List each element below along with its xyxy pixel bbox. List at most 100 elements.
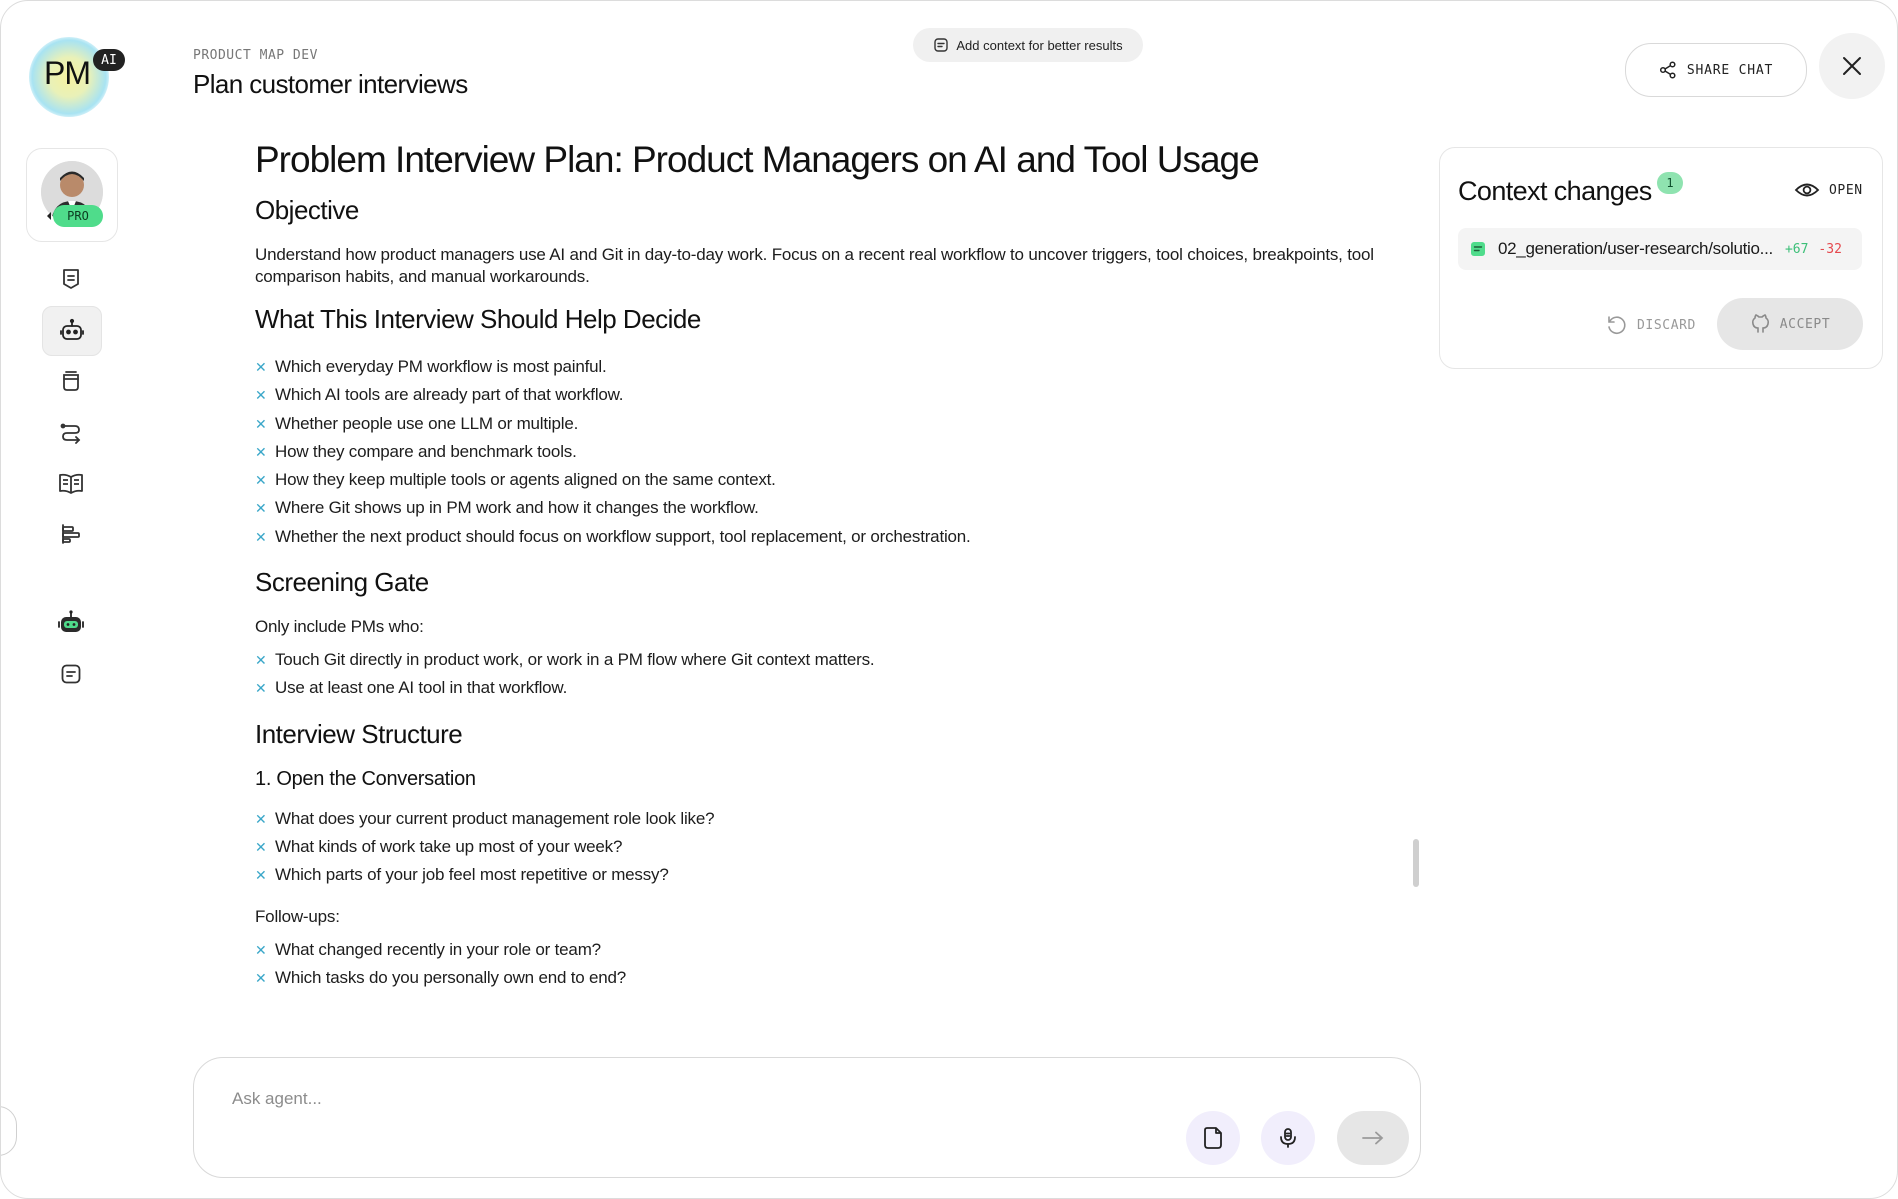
- share-chat-label: SHARE CHAT: [1686, 62, 1774, 78]
- screening-intro: Only include PMs who:: [255, 617, 424, 637]
- close-button[interactable]: [1819, 33, 1885, 99]
- list-item: ✕ What kinds of work take up most of your…: [255, 833, 1405, 861]
- sidebar-item-flows[interactable]: [42, 408, 100, 456]
- bot-icon: [58, 610, 84, 632]
- objective-heading: Objective: [255, 195, 359, 225]
- arrow-right-icon: [1362, 1131, 1384, 1145]
- followups-label: Follow-ups:: [255, 906, 340, 926]
- share-icon: [1659, 61, 1676, 79]
- pro-badge: PRO: [53, 205, 103, 227]
- list-item: ✕ Where Git shows up in PM work and how i…: [255, 494, 1405, 522]
- chevron-left-icon: [47, 212, 51, 220]
- changed-file-row[interactable]: 02_generation/user-research/solutio... +…: [1458, 228, 1862, 270]
- list-item: ✕ How they keep multiple tools or agents …: [255, 466, 1405, 494]
- list-item: ✕ Which parts of your job feel most repet…: [255, 861, 1405, 889]
- accept-button[interactable]: ACCEPT: [1717, 298, 1863, 350]
- sidebar-item-agent[interactable]: [42, 306, 102, 356]
- open-label: OPEN: [1829, 182, 1863, 198]
- list-item: ✕ Whether the next product should focus o…: [255, 523, 1405, 551]
- file-icon: [1471, 242, 1485, 256]
- sidebar-item-notes[interactable]: [42, 650, 100, 698]
- sidebar-item-roadmap[interactable]: [42, 510, 100, 558]
- eye-icon: [1794, 183, 1820, 197]
- objective-text: Understand how product managers use AI a…: [255, 245, 1374, 286]
- x-bullet-icon: ✕: [255, 387, 267, 404]
- x-bullet-icon: ✕: [255, 359, 267, 375]
- x-bullet-icon: ✕: [255, 969, 267, 986]
- open-book-icon: [59, 473, 83, 494]
- followups-list: ✕ What changed recently in your role or t…: [255, 936, 1405, 993]
- breadcrumb[interactable]: PRODUCT MAP DEV: [193, 48, 318, 63]
- close-icon: [1843, 57, 1861, 75]
- discard-button[interactable]: DISCARD: [1605, 314, 1696, 336]
- note-icon: [61, 664, 81, 684]
- app-window: PM AI PRO PRODUCT MAP DEV Plan customer …: [0, 0, 1898, 1199]
- x-bullet-icon: ✕: [255, 941, 267, 958]
- chat-content[interactable]: Problem Interview Plan: Product Managers…: [255, 131, 1405, 1056]
- list-item: ✕ Touch Git directly in product work, or …: [255, 646, 1405, 674]
- sidebar-item-assistant[interactable]: [42, 599, 100, 647]
- profile-card[interactable]: PRO: [26, 148, 118, 242]
- x-bullet-icon: ✕: [255, 810, 267, 827]
- x-bullet-icon: ✕: [255, 500, 267, 517]
- list-item: ✕ Which AI tools are already part of that…: [255, 381, 1405, 409]
- route-icon: [60, 423, 81, 444]
- discard-label: DISCARD: [1637, 317, 1696, 333]
- checklist-icon: [63, 269, 79, 289]
- screening-heading: Screening Gate: [255, 567, 429, 598]
- x-bullet-icon: ✕: [255, 528, 267, 545]
- sidebar-item-tasks[interactable]: [42, 255, 100, 303]
- note-icon: [934, 38, 949, 52]
- additions-count: +67: [1784, 241, 1809, 257]
- list-item: ✕ Use at least one AI tool in that workfl…: [255, 674, 1405, 702]
- undo-icon: [1608, 316, 1626, 334]
- open-button[interactable]: OPEN: [1794, 180, 1863, 200]
- send-button[interactable]: [1337, 1111, 1409, 1165]
- logo[interactable]: PM: [44, 55, 91, 92]
- context-changes-title: Context changes: [1458, 176, 1652, 206]
- x-bullet-icon: ✕: [255, 867, 267, 884]
- gantt-icon: [62, 524, 80, 544]
- accept-label: ACCEPT: [1779, 316, 1831, 332]
- decide-heading: What This Interview Should Help Decide: [255, 304, 701, 334]
- section1-list: ✕ What does your current product manageme…: [255, 805, 1405, 890]
- list-item: ✕ Which tasks do you personally own end t…: [255, 964, 1405, 992]
- attach-file-button[interactable]: [1186, 1111, 1240, 1165]
- sidebar-item-storage[interactable]: [42, 357, 100, 405]
- deletions-count: -32: [1818, 241, 1842, 257]
- share-chat-button[interactable]: SHARE CHAT: [1625, 43, 1807, 97]
- sidebar-item-library[interactable]: [42, 459, 100, 507]
- ai-badge: AI: [93, 49, 125, 71]
- git-icon: [1751, 314, 1769, 333]
- microphone-icon: [1280, 1128, 1296, 1148]
- context-changes-panel: Context changes 1 OPEN 02_generation/use…: [1439, 147, 1883, 369]
- structure-heading: Interview Structure: [255, 718, 463, 749]
- list-item: ✕ What changed recently in your role or t…: [255, 936, 1405, 964]
- list-item: ✕ Which everyday PM workflow is most pain…: [255, 353, 1405, 381]
- composer: [193, 1057, 1421, 1178]
- x-bullet-icon: ✕: [255, 472, 267, 489]
- x-bullet-icon: ✕: [255, 652, 267, 669]
- changed-file-name: 02_generation/user-research/solutio...: [1498, 239, 1773, 258]
- list-item: ✕ Whether people use one LLM or multiple.: [255, 410, 1405, 438]
- x-bullet-icon: ✕: [255, 680, 267, 697]
- voice-input-button[interactable]: [1261, 1111, 1315, 1165]
- context-changes-count: 1: [1657, 172, 1683, 194]
- section1-heading: 1. Open the Conversation: [255, 767, 476, 790]
- ask-agent-input[interactable]: [230, 1084, 1134, 1114]
- add-context-button[interactable]: Add context for better results: [913, 28, 1143, 62]
- list-item: ✕ What does your current product manageme…: [255, 805, 1405, 833]
- decide-list: ✕ Which everyday PM workflow is most pain…: [255, 353, 1405, 551]
- screening-list: ✕ Touch Git directly in product work, or …: [255, 646, 1405, 703]
- x-bullet-icon: ✕: [255, 838, 267, 855]
- document-title: Problem Interview Plan: Product Managers…: [255, 139, 1260, 180]
- scrollbar-thumb[interactable]: [1413, 839, 1419, 887]
- x-bullet-icon: ✕: [255, 443, 267, 460]
- jar-icon: [63, 371, 79, 391]
- page-title: Plan customer interviews: [193, 69, 468, 99]
- file-icon: [1204, 1127, 1222, 1149]
- list-item: ✕ How they compare and benchmark tools.: [255, 438, 1405, 466]
- add-context-label: Add context for better results: [956, 37, 1123, 53]
- x-bullet-icon: ✕: [255, 415, 267, 432]
- collapse-handle[interactable]: [1, 1106, 17, 1156]
